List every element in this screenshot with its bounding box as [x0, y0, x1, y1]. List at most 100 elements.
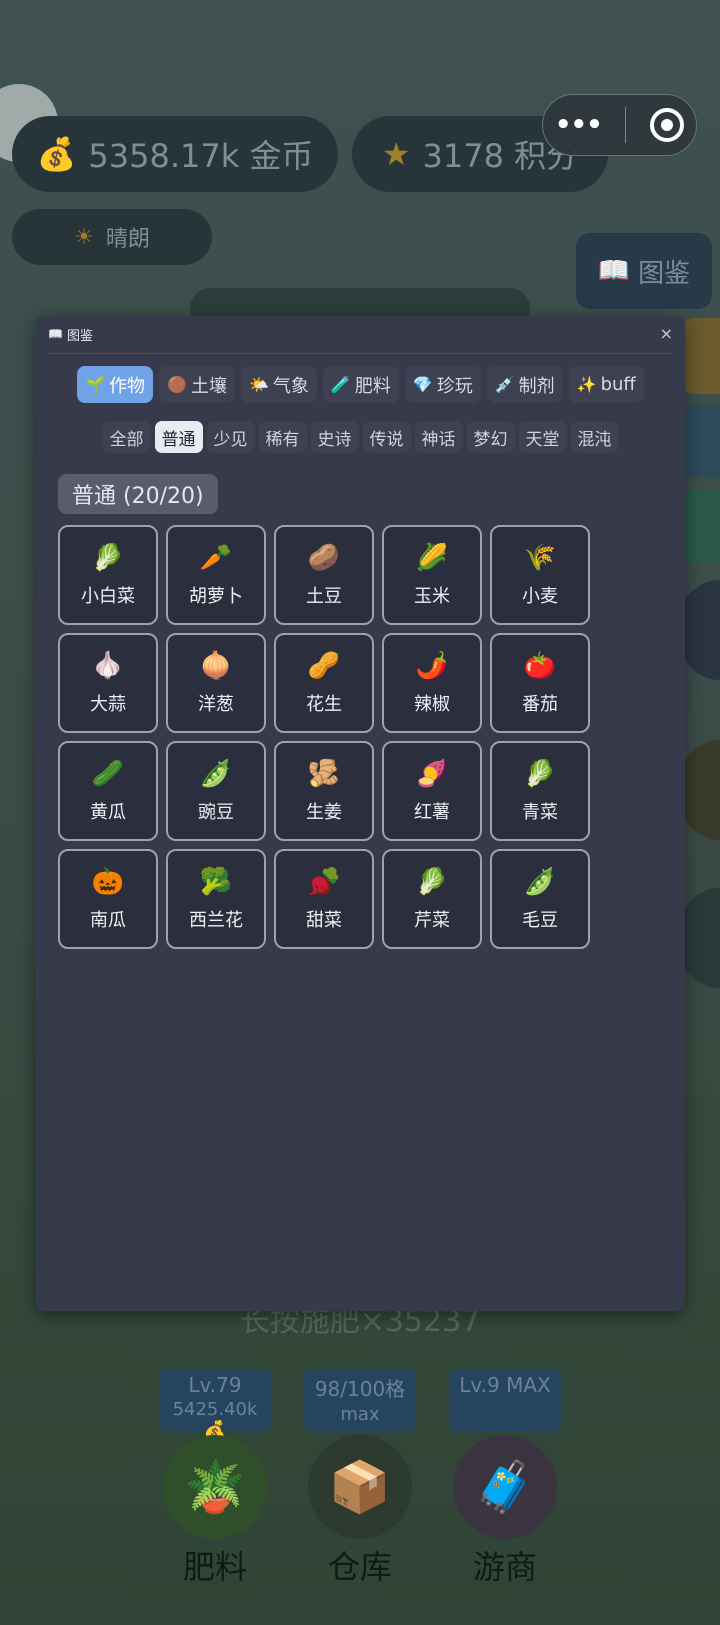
rarity-tab[interactable]: 普通: [154, 421, 203, 453]
crop-card[interactable]: 🥬 小白菜: [58, 525, 158, 625]
encyclopedia-button[interactable]: 📖 图鉴: [576, 233, 712, 309]
crop-card[interactable]: 🎃 南瓜: [58, 849, 158, 949]
crop-card[interactable]: 🥔 土豆: [274, 525, 374, 625]
tab-crops[interactable]: 🌱 作物: [77, 366, 154, 403]
crop-card[interactable]: 🧄 大蒜: [58, 633, 158, 733]
crop-card[interactable]: 🫛 毛豆: [490, 849, 590, 949]
rarity-tab[interactable]: 天堂: [518, 421, 567, 453]
crop-card[interactable]: 🧅 洋葱: [166, 633, 266, 733]
crop-name: 毛豆: [522, 910, 558, 931]
crop-name: 南瓜: [90, 910, 126, 931]
crop-card[interactable]: 🥕 胡萝卜: [166, 525, 266, 625]
tab-label: 土壤: [190, 375, 227, 397]
tab-buff[interactable]: ✨ buff: [568, 366, 644, 403]
close-program-icon[interactable]: [650, 108, 685, 142]
weather-badge: ☀ 晴朗: [12, 209, 212, 265]
tab-weather[interactable]: 🌤️ 气象: [240, 366, 317, 403]
close-icon[interactable]: ×: [660, 324, 673, 343]
tab-fertilizer[interactable]: 🧪 肥料: [322, 366, 399, 403]
crop-card[interactable]: 🥦 西兰花: [166, 849, 266, 949]
crop-name: 玉米: [414, 586, 450, 607]
rarity-tabs: 全部 普通 少见 稀有 史诗 传说 神话 梦幻 天堂 混沌: [36, 421, 685, 453]
side-tab[interactable]: [680, 740, 720, 840]
rarity-tab[interactable]: 史诗: [310, 421, 359, 453]
crop-name: 胡萝卜: [189, 586, 243, 607]
side-tab[interactable]: [680, 405, 720, 477]
crop-card[interactable]: 🌾 小麦: [490, 525, 590, 625]
merchant-label: 游商: [472, 1548, 537, 1586]
crop-card[interactable]: 🍅 番茄: [490, 633, 590, 733]
merchant-level: Lv.9 MAX: [449, 1369, 561, 1431]
crop-name: 甜菜: [306, 910, 342, 931]
weather-label: 晴朗: [105, 227, 150, 252]
crop-icon: 🥒: [91, 759, 125, 789]
fertilizer-level: Lv.79 5425.40k 💰: [159, 1369, 271, 1441]
crop-name: 辣椒: [414, 694, 450, 715]
crop-name: 洋葱: [198, 694, 234, 715]
crop-name: 花生: [306, 694, 342, 715]
capsule-divider: [625, 107, 627, 143]
weather-icon: 🌤️: [248, 375, 269, 394]
seedling-icon: 🌱: [85, 375, 106, 394]
dialog-title: 图鉴: [66, 328, 93, 344]
crop-card[interactable]: 🫚 生姜: [274, 741, 374, 841]
crop-icon: 🌽: [415, 543, 449, 573]
tab-label: 作物: [109, 375, 146, 397]
side-tab[interactable]: [680, 318, 720, 394]
side-tab[interactable]: [680, 490, 720, 562]
tab-label: 制剂: [518, 375, 555, 397]
book-icon: 📖: [48, 327, 63, 341]
rarity-tab[interactable]: 梦幻: [466, 421, 515, 453]
warehouse-button[interactable]: 📦: [308, 1435, 412, 1539]
crop-name: 红薯: [414, 802, 450, 823]
tab-potion[interactable]: 💉 制剂: [486, 366, 563, 403]
crop-card[interactable]: 🍠 红薯: [382, 741, 482, 841]
crop-icon: 🫛: [199, 759, 233, 789]
crop-card[interactable]: 🌽 玉米: [382, 525, 482, 625]
book-icon: 📖: [597, 256, 631, 286]
fertilizer-bag-icon: 🪴: [183, 1457, 247, 1516]
fertilizer-button[interactable]: 🪴: [163, 1435, 267, 1539]
rarity-tab[interactable]: 传说: [362, 421, 411, 453]
crop-card[interactable]: 🥬 芹菜: [382, 849, 482, 949]
rarity-tab[interactable]: 少见: [206, 421, 255, 453]
coin-value: 5358.17k 金币: [88, 137, 314, 175]
warehouse-label: 仓库: [327, 1548, 392, 1586]
warehouse-level: 98/100格 max: [304, 1369, 416, 1431]
crop-card[interactable]: 🥒 黄瓜: [58, 741, 158, 841]
sun-icon: ☀: [74, 224, 94, 250]
tab-treasure[interactable]: 💎 珍玩: [404, 366, 481, 403]
crop-icon: 🫚: [307, 759, 341, 789]
crop-icon: 🌾: [523, 543, 557, 573]
rarity-tab[interactable]: 神话: [414, 421, 463, 453]
crop-icon: 🥜: [307, 651, 341, 681]
fertilizer-icon: 🧪: [330, 375, 351, 394]
crop-icon: 🌶️: [415, 651, 449, 681]
merchant-button[interactable]: 🧳: [453, 1435, 557, 1539]
crop-name: 芹菜: [414, 910, 450, 931]
encyclopedia-dialog: 📖 图鉴 × 🌱 作物 🟤 土壤 🌤️ 气象 🧪 肥料 💎 珍玩 💉 制剂 ✨ buff 全部 普通 少见 稀有…: [36, 316, 685, 1311]
more-icon[interactable]: •••: [555, 110, 603, 140]
rarity-tab[interactable]: 混沌: [570, 421, 619, 453]
crop-icon: 🍅: [523, 651, 557, 681]
dialog-header: 📖 图鉴: [36, 316, 685, 352]
tab-label: 珍玩: [436, 375, 473, 397]
crop-card[interactable]: 🌶️ 辣椒: [382, 633, 482, 733]
tab-soil[interactable]: 🟤 土壤: [159, 366, 235, 403]
crop-card[interactable]: 🥜 花生: [274, 633, 374, 733]
crop-icon: 🫛: [523, 867, 557, 897]
crop-card[interactable]: 🫜 甜菜: [274, 849, 374, 949]
syringe-icon: 💉: [494, 375, 515, 394]
star-icon: ★: [381, 135, 411, 173]
crop-icon: 🥦: [199, 867, 233, 897]
luggage-icon: 🧳: [473, 1457, 537, 1516]
category-tabs: 🌱 作物 🟤 土壤 🌤️ 气象 🧪 肥料 💎 珍玩 💉 制剂 ✨ buff: [36, 366, 685, 403]
rarity-tab[interactable]: 稀有: [258, 421, 307, 453]
crop-name: 青菜: [522, 802, 558, 823]
rarity-tab[interactable]: 全部: [102, 421, 151, 453]
side-tab[interactable]: [680, 580, 720, 680]
side-tab[interactable]: [680, 888, 720, 988]
crop-card[interactable]: 🫛 豌豆: [166, 741, 266, 841]
crop-icon: 🥬: [415, 867, 449, 897]
crop-card[interactable]: 🥬 青菜: [490, 741, 590, 841]
